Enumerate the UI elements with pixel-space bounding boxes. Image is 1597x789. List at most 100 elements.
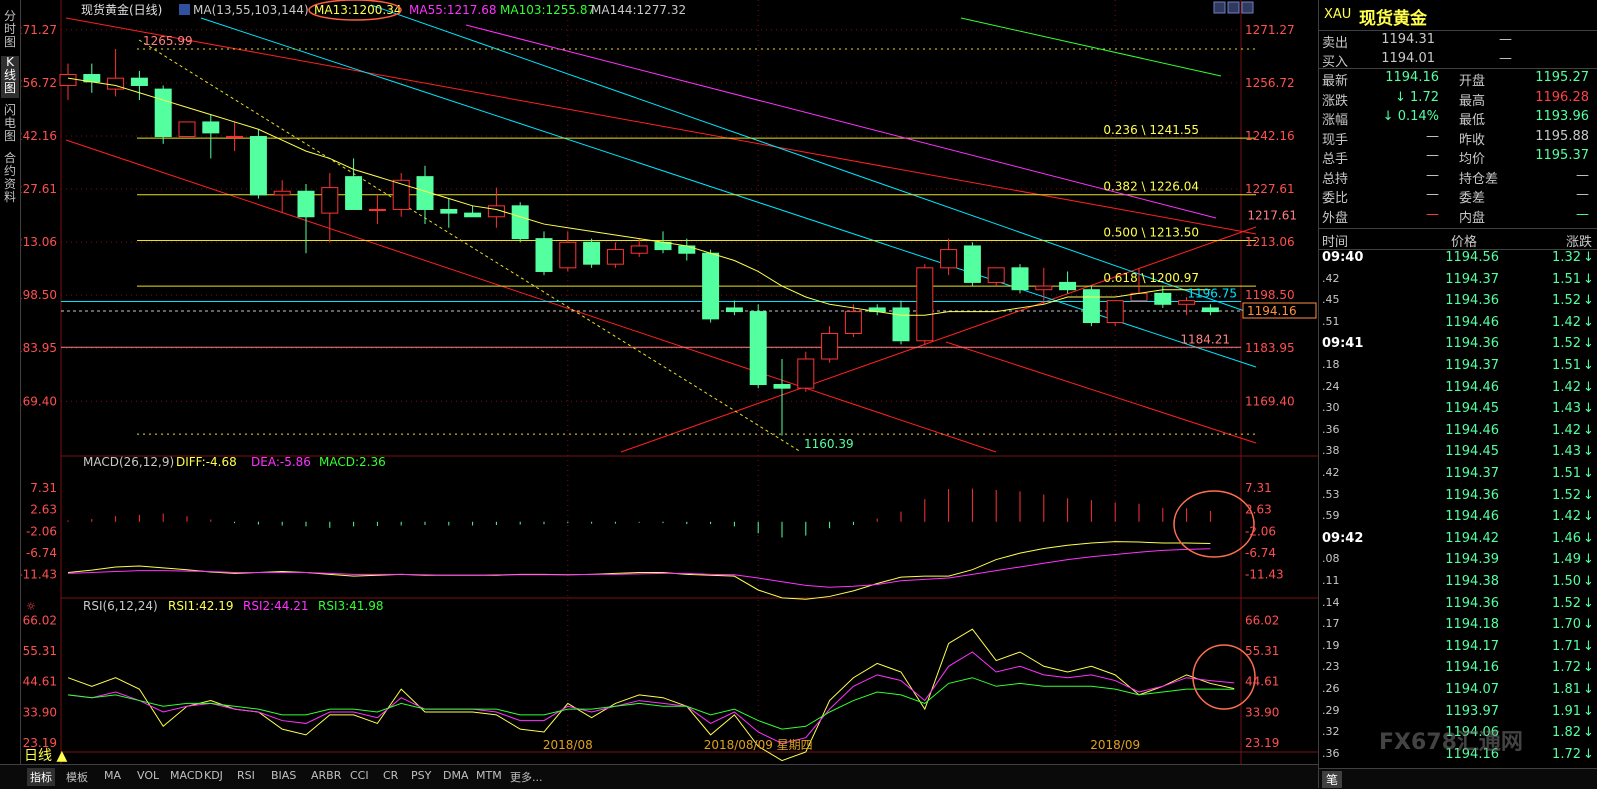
label-pink-level: 1184.21 [1180,332,1230,346]
indicator-tab[interactable]: 更多... [510,769,543,785]
indicator-tab[interactable]: VOL [137,769,159,782]
label-fib-0382: 0.382 \ 1226.04 [1103,180,1199,194]
candle-body [535,238,553,272]
ma103-value: MA103:1255.87 [500,3,595,17]
fib-diagonal [138,39,802,453]
tick-price: 1194.38 [1445,574,1499,589]
quote-grid-label: 总持 [1322,171,1349,187]
tick-down-icon: ↓ [1583,574,1594,589]
quote-row-extra: — [1499,32,1512,47]
price-tick-right: 1242.16 [1245,129,1295,143]
indicator-tab[interactable]: 指标 [27,768,55,786]
tick-down-icon: ↓ [1583,401,1594,417]
candle-body [630,245,648,254]
indicator-tab[interactable]: ARBR [311,769,341,782]
price-tick-right: 1256.72 [1245,76,1295,90]
tick-time: .42 [1322,271,1340,285]
candle-body [940,249,958,269]
indicator-tab[interactable]: BIAS [271,769,296,782]
tick-change: 1.72 [1552,746,1581,762]
price-tick-left: 1198.50 [21,288,57,302]
tick-price: 1194.36 [1445,293,1499,309]
candle-body [583,241,601,265]
tab-flash-chart[interactable]: 闪电图 [1,104,19,146]
tab-contract-info[interactable]: 合约资料 [1,152,19,208]
rsi-tick-right: 44.61 [1245,675,1279,689]
tick-time: .19 [1322,638,1340,652]
quote-grid-value: — [1426,128,1439,144]
rsi-tick-left: 55.31 [23,644,57,658]
red-channel-lower2 [945,341,1257,444]
quote-grid-value: — [1426,187,1439,202]
tick-time: .14 [1322,595,1340,609]
label-redline: 1217.61 [1247,208,1297,222]
overlay-lines [61,4,1257,453]
tab-ticks[interactable]: 笔 [1322,771,1343,788]
tick-time: .32 [1322,725,1340,739]
tick-price: 1194.56 [1445,250,1499,265]
price-tick-left: 1242.16 [21,129,57,143]
price-tick-left: 1169.40 [21,394,57,408]
indicator-tab[interactable]: MTM [476,769,502,782]
quote-grid-label2: 持仓差 [1459,171,1499,187]
tick-down-icon: ↓ [1583,746,1594,762]
tab-time-chart[interactable]: 分时图 [1,10,19,50]
macd-diff-line [67,541,1211,600]
tick-price: 1194.16 [1445,660,1499,676]
tick-time: .23 [1322,660,1340,674]
tick-down-icon: ↓ [1583,682,1594,697]
candle-body [226,136,244,139]
rsi3-line [67,677,1235,730]
date-tick: 2018/09 [1090,738,1140,752]
macd-tick-right: -11.43 [1245,567,1284,581]
tick-down-icon: ↓ [1583,595,1594,611]
quote-grid-label: 委比 [1322,191,1349,206]
candle-body [464,212,482,218]
tick-time: 09:41 [1322,336,1364,352]
tick-price: 1193.97 [1445,703,1499,719]
indicator-tab[interactable]: DMA [443,769,469,782]
period-selector[interactable]: 日线 ▲ [24,745,67,765]
quote-grid-label2: 昨收 [1459,132,1486,148]
chart-area[interactable]: 1265.99 0.236 \ 1241.55 0.382 \ 1226.04 0.5… [21,0,1318,764]
panel-close-icon[interactable] [1241,1,1254,14]
price-tick-right: 1227.61 [1245,182,1295,196]
macd-tick-right: 2.63 [1245,503,1272,517]
ma-lines [67,17,1222,316]
tick-change: 1.72 [1552,660,1581,676]
candle-body [749,311,767,386]
quote-grid-label: 最新 [1322,74,1349,89]
rsi-settings-icon[interactable]: ☼ [26,600,36,613]
indicator-tab[interactable]: CCI [350,769,369,782]
tab-kline-chart[interactable]: K线图 [1,56,19,98]
ma13-line [67,77,1211,316]
macd-tick-right: -2.06 [1245,524,1276,538]
indicator-tab[interactable]: MACD [170,769,203,782]
tick-change: 1.52 [1552,336,1581,352]
tick-header: 时间 价格 涨跌 [1319,228,1597,250]
tick-price: 1194.39 [1445,552,1499,568]
panel-down-icon[interactable] [1227,1,1240,14]
indicator-tab[interactable]: KDJ [204,769,223,782]
candle-body [916,267,934,342]
tick-time: .18 [1322,358,1340,371]
tick-change: 1.49 [1552,552,1581,568]
tick-change: 1.71 [1552,638,1581,654]
panel-up-icon[interactable] [1213,1,1226,14]
macd-dea: DEA:-5.86 [251,455,311,469]
tick-price: 1194.45 [1445,401,1499,417]
indicator-tab[interactable]: RSI [237,769,255,782]
price-tick-right: 1183.95 [1245,341,1295,355]
tick-down-icon: ↓ [1583,466,1594,481]
window-controls[interactable] [1213,1,1254,14]
rsi-tick-right: 23.19 [1245,736,1279,750]
candle-body [1035,285,1053,291]
tick-change: 1.52 [1552,595,1581,611]
indicator-tab[interactable]: MA [104,769,121,782]
candle-body [678,245,696,254]
tick-time: .17 [1322,617,1340,631]
indicator-tab[interactable]: 模板 [66,769,88,785]
indicator-tab[interactable]: CR [383,769,398,782]
settings-icon[interactable] [179,4,190,15]
indicator-tab[interactable]: PSY [411,769,431,782]
